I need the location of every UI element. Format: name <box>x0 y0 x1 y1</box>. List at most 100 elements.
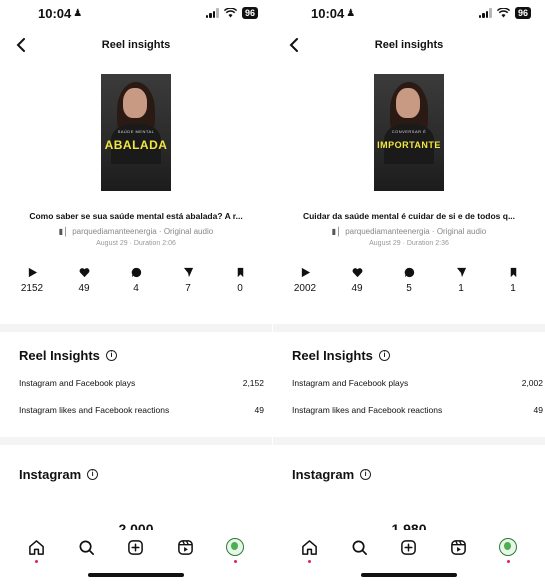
stat-comments-value: 5 <box>406 283 412 294</box>
stat-shares: 1 <box>443 267 479 294</box>
wifi-icon <box>223 8 237 18</box>
reel-insights-heading: Reel Insights i <box>273 348 545 363</box>
stat-likes-value: 49 <box>351 283 363 294</box>
status-indicators: 96 <box>478 7 531 19</box>
stat-plays-value: 2002 <box>293 283 317 294</box>
stat-plays: 2002 <box>287 267 323 294</box>
share-icon <box>456 267 466 278</box>
notification-dot <box>506 560 510 563</box>
insight-value: 2,152 <box>242 378 264 388</box>
tab-reels[interactable] <box>448 536 470 558</box>
comment-icon <box>131 267 141 278</box>
tab-create[interactable] <box>125 536 147 558</box>
insight-row-likes: Instagram likes and Facebook reactions 4… <box>0 405 272 415</box>
reel-thumbnail[interactable]: SAÚDE MENTAL ABALADA <box>101 74 171 191</box>
insight-value: 49 <box>254 405 264 415</box>
tab-home[interactable] <box>26 536 48 563</box>
stats-row: 2002 49 5 1 1 <box>273 267 545 294</box>
stat-shares: 7 <box>170 267 206 294</box>
audio-wave-icon: ▮│ <box>331 227 342 236</box>
audio-text: parquediamanteenergia · Original audio <box>72 227 214 236</box>
stat-comments-value: 4 <box>133 283 139 294</box>
info-icon[interactable]: i <box>87 469 99 480</box>
tab-create[interactable] <box>398 536 420 558</box>
reel-insights-title: Reel Insights <box>292 348 373 363</box>
instagram-title: Instagram <box>19 467 82 482</box>
stat-saves-value: 0 <box>237 283 243 294</box>
section-divider <box>0 324 272 332</box>
reels-icon <box>451 539 466 555</box>
back-button[interactable] <box>283 34 305 56</box>
instagram-title: Instagram <box>292 467 355 482</box>
stat-saves: 0 <box>222 267 258 294</box>
insight-label: Instagram likes and Facebook reactions <box>292 405 443 415</box>
stat-comments: 4 <box>118 267 154 294</box>
heart-icon <box>352 268 362 278</box>
info-icon[interactable]: i <box>378 350 390 361</box>
page-title: Reel insights <box>101 39 171 51</box>
thumbnail-overlay-big: ABALADA <box>104 138 168 152</box>
stat-shares-value: 1 <box>458 283 464 294</box>
page-title: Reel insights <box>374 39 444 51</box>
notification-dot <box>308 560 312 563</box>
insight-label: Instagram and Facebook plays <box>292 378 409 388</box>
bookmark-icon <box>510 267 516 278</box>
status-bar: 10:04 ♟ 96 <box>0 0 272 26</box>
wifi-icon <box>496 8 510 18</box>
create-icon <box>128 539 144 555</box>
audio-line[interactable]: ▮│ parquediamanteenergia · Original audi… <box>0 227 272 236</box>
status-time: 10:04 ♟ <box>311 6 355 21</box>
audio-text: parquediamanteenergia · Original audio <box>345 227 487 236</box>
tab-profile[interactable] <box>224 536 246 563</box>
tab-reels[interactable] <box>175 536 197 558</box>
battery-indicator: 96 <box>514 7 531 19</box>
instagram-heading: Instagram i <box>273 467 545 482</box>
insight-label: Instagram likes and Facebook reactions <box>19 405 170 415</box>
reel-thumbnail-wrap: SAÚDE MENTAL ABALADA <box>0 74 272 191</box>
heart-icon <box>79 268 89 278</box>
chevron-left-icon <box>289 38 298 52</box>
insight-row-plays: Instagram and Facebook plays 2,152 <box>0 378 272 388</box>
share-icon <box>183 267 193 278</box>
stat-shares-value: 7 <box>185 283 191 294</box>
stat-likes: 49 <box>339 267 375 294</box>
home-indicator <box>88 573 184 577</box>
reel-thumbnail-wrap: CONVERSAR É IMPORTANTE <box>273 74 545 191</box>
tab-profile[interactable] <box>497 536 519 563</box>
reel-insights-screen-right: 10:04 ♟ 96 Reel insights CONVERSAR É IMP… <box>273 0 545 584</box>
stats-row: 2152 49 4 7 0 <box>0 267 272 294</box>
insight-row-plays: Instagram and Facebook plays 2,002 <box>273 378 545 388</box>
stat-plays: 2152 <box>14 267 50 294</box>
tab-home[interactable] <box>299 536 321 563</box>
section-divider <box>0 437 272 445</box>
stat-saves-value: 1 <box>510 283 516 294</box>
search-icon <box>352 540 367 555</box>
play-icon <box>301 267 310 278</box>
audio-line[interactable]: ▮│ parquediamanteenergia · Original audi… <box>273 227 545 236</box>
info-icon[interactable]: i <box>105 350 117 361</box>
reel-insights-heading: Reel Insights i <box>0 348 272 363</box>
reel-meta: August 29 · Duration 2:06 <box>96 240 176 247</box>
home-icon <box>302 539 318 555</box>
profile-avatar <box>499 538 518 556</box>
profile-avatar <box>226 538 245 556</box>
instagram-heading: Instagram i <box>0 467 272 482</box>
person-icon: ♟ <box>346 8 356 19</box>
battery-indicator: 96 <box>241 7 258 19</box>
info-icon[interactable]: i <box>360 469 372 480</box>
reel-thumbnail[interactable]: CONVERSAR É IMPORTANTE <box>374 74 444 191</box>
tab-search[interactable] <box>75 536 97 558</box>
chevron-left-icon <box>16 38 25 52</box>
insight-value: 2,002 <box>521 378 543 388</box>
instagram-partial-number: 1,980 <box>391 521 427 530</box>
tab-bar <box>0 530 272 584</box>
reel-insights-screen-left: 10:04 ♟ 96 Reel insights SAÚDE MENTAL AB… <box>0 0 272 584</box>
tab-search[interactable] <box>348 536 370 558</box>
nav-header: Reel insights <box>273 26 545 64</box>
back-button[interactable] <box>10 34 32 56</box>
insight-row-likes: Instagram likes and Facebook reactions 4… <box>273 405 545 415</box>
notification-dot <box>233 560 237 563</box>
status-bar: 10:04 ♟ 96 <box>273 0 545 26</box>
nav-header: Reel insights <box>0 26 272 64</box>
thumbnail-overlay-big: IMPORTANTE <box>377 140 441 150</box>
